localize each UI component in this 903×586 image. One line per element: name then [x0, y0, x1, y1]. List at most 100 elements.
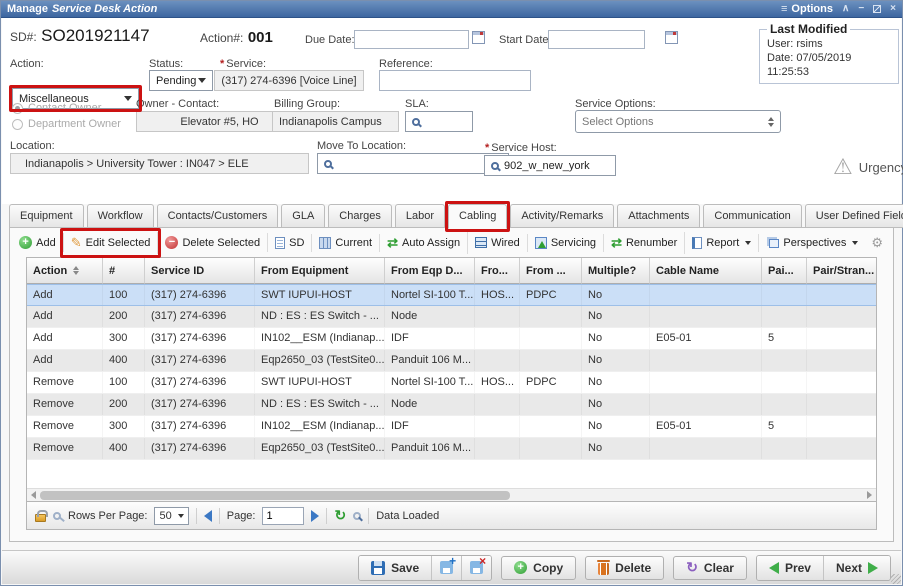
reference-input[interactable] [379, 70, 531, 91]
start-date-input[interactable] [548, 30, 645, 49]
column-header-from-eqp-d-[interactable]: From Eqp D... [385, 258, 475, 284]
service-options-label: Service Options: [575, 98, 656, 110]
lock-icon[interactable] [35, 514, 46, 522]
scrollbar-thumb[interactable] [40, 491, 510, 500]
table-row[interactable]: Add400(317) 274-6396Eqp2650_03 (TestSite… [27, 350, 877, 372]
previous-page-button[interactable] [204, 510, 212, 522]
page-input[interactable] [262, 507, 304, 525]
key-icon[interactable] [53, 512, 61, 520]
calendar-icon[interactable] [472, 31, 485, 44]
tab-user-defined-fields[interactable]: User Defined Fields [805, 204, 903, 228]
column-header-cable-name[interactable]: Cable Name [650, 258, 762, 284]
table-row[interactable]: Add200(317) 274-6396ND : ES : ES Switch … [27, 306, 877, 328]
tab-gla[interactable]: GLA [281, 204, 325, 228]
table-cell: 100 [103, 285, 145, 305]
delete-button[interactable]: Delete [585, 556, 664, 580]
wired-button[interactable]: Wired [468, 234, 528, 252]
rows-per-page-select[interactable]: 50 [154, 507, 188, 525]
service-host-search-field[interactable]: 902_w_new_york [484, 155, 616, 176]
column-header-pai-[interactable]: Pai... [762, 258, 807, 284]
refresh-icon[interactable] [334, 507, 346, 524]
gear-icon[interactable]: ⚙ [871, 235, 883, 251]
save-and-new-button[interactable] [432, 556, 462, 580]
sd-button[interactable]: SD [268, 234, 312, 252]
renumber-button[interactable]: Renumber [604, 232, 685, 254]
table-cell [650, 285, 762, 305]
table-cell [807, 328, 877, 349]
calendar-icon[interactable] [665, 31, 678, 44]
horizontal-scrollbar[interactable] [27, 488, 876, 501]
due-date-input[interactable] [354, 30, 469, 49]
table-row[interactable]: Remove300(317) 274-6396IN102__ESM (India… [27, 416, 877, 438]
column-header-service-id[interactable]: Service ID [145, 258, 255, 284]
add-button[interactable]: Add [12, 233, 64, 252]
service-options-select[interactable]: Select Options [575, 110, 781, 133]
column-header-from-equipment[interactable]: From Equipment [255, 258, 385, 284]
next-page-button[interactable] [311, 510, 319, 522]
scroll-right-icon[interactable] [867, 491, 872, 499]
column-header-label: Action [33, 265, 67, 277]
next-button[interactable]: Next [824, 556, 890, 580]
sd-number-label: SD#: [10, 30, 37, 44]
status-select[interactable]: Pending [149, 70, 213, 91]
column-header-from-[interactable]: From ... [520, 258, 582, 284]
table-cell [520, 394, 582, 415]
servicing-button[interactable]: Servicing [528, 234, 604, 252]
save-label: Save [391, 561, 419, 575]
delete-selected-button[interactable]: Delete Selected [158, 233, 268, 252]
tab-cabling[interactable]: Cabling [448, 204, 507, 229]
footer-bar: Save Copy Delete Clear Prev [2, 550, 901, 584]
department-owner-radio[interactable]: Department Owner [12, 118, 121, 130]
current-icon [319, 237, 331, 249]
save-button[interactable]: Save [359, 556, 432, 580]
close-button[interactable]: × [890, 4, 896, 14]
tab-equipment[interactable]: Equipment [9, 204, 84, 228]
prev-button[interactable]: Prev [757, 556, 824, 580]
tab-charges[interactable]: Charges [328, 204, 392, 228]
sla-search-field[interactable] [405, 111, 473, 132]
owner-contact-label: Owner - Contact: [136, 98, 219, 110]
table-row[interactable]: Remove200(317) 274-6396ND : ES : ES Swit… [27, 394, 877, 416]
move-to-location-search-field[interactable] [317, 153, 509, 174]
prev-label: Prev [785, 561, 811, 575]
toolbar-button-label: Delete Selected [182, 237, 260, 249]
rows-per-page-label: Rows Per Page: [68, 510, 147, 522]
auto-assign-button[interactable]: Auto Assign [380, 232, 468, 254]
column-header-multiple-[interactable]: Multiple? [582, 258, 650, 284]
clear-button[interactable]: Clear [673, 556, 747, 580]
perspectives-button[interactable]: Perspectives [759, 234, 865, 252]
column-header-pair-stran-[interactable]: Pair/Stran... [807, 258, 877, 284]
search-icon[interactable] [353, 512, 361, 520]
edit-selected-button[interactable]: Edit Selected [64, 232, 159, 254]
minimize-button[interactable]: − [858, 4, 864, 14]
tab-communication[interactable]: Communication [703, 204, 801, 228]
collapse-button[interactable]: ∧ [842, 4, 849, 14]
table-row[interactable]: Remove100(317) 274-6396SWT IUPUI-HOSTNor… [27, 372, 877, 394]
options-menu[interactable]: ≡ Options [781, 3, 833, 15]
billing-group-label: Billing Group: [274, 98, 340, 110]
tab-attachments[interactable]: Attachments [617, 204, 700, 228]
copy-button[interactable]: Copy [501, 556, 576, 580]
toolbar-button-label: SD [289, 237, 304, 249]
scroll-left-icon[interactable] [31, 491, 36, 499]
tab-workflow[interactable]: Workflow [87, 204, 154, 228]
resize-grip[interactable] [891, 574, 901, 584]
urgency-indicator[interactable]: ⚠ Urgency [833, 156, 903, 178]
column-header-fro-[interactable]: Fro... [475, 258, 520, 284]
current-button[interactable]: Current [312, 234, 380, 252]
sort-icon[interactable] [73, 266, 79, 275]
column-header-action[interactable]: Action [27, 258, 103, 284]
report-button[interactable]: Report [685, 234, 759, 252]
tab-activity-remarks[interactable]: Activity/Remarks [510, 204, 614, 228]
save-and-close-button[interactable] [462, 556, 491, 580]
tab-contacts-customers[interactable]: Contacts/Customers [157, 204, 279, 228]
table-row[interactable]: Add300(317) 274-6396IN102__ESM (Indianap… [27, 328, 877, 350]
table-cell: (317) 274-6396 [145, 394, 255, 415]
next-label: Next [836, 561, 862, 575]
restore-icon[interactable] [873, 5, 881, 13]
tab-labor[interactable]: Labor [395, 204, 445, 228]
table-row[interactable]: Add100(317) 274-6396SWT IUPUI-HOSTNortel… [27, 284, 877, 306]
table-row[interactable]: Remove400(317) 274-6396Eqp2650_03 (TestS… [27, 438, 877, 460]
contact-owner-radio[interactable]: Contact Owner [12, 102, 101, 114]
column-header--[interactable]: # [103, 258, 145, 284]
